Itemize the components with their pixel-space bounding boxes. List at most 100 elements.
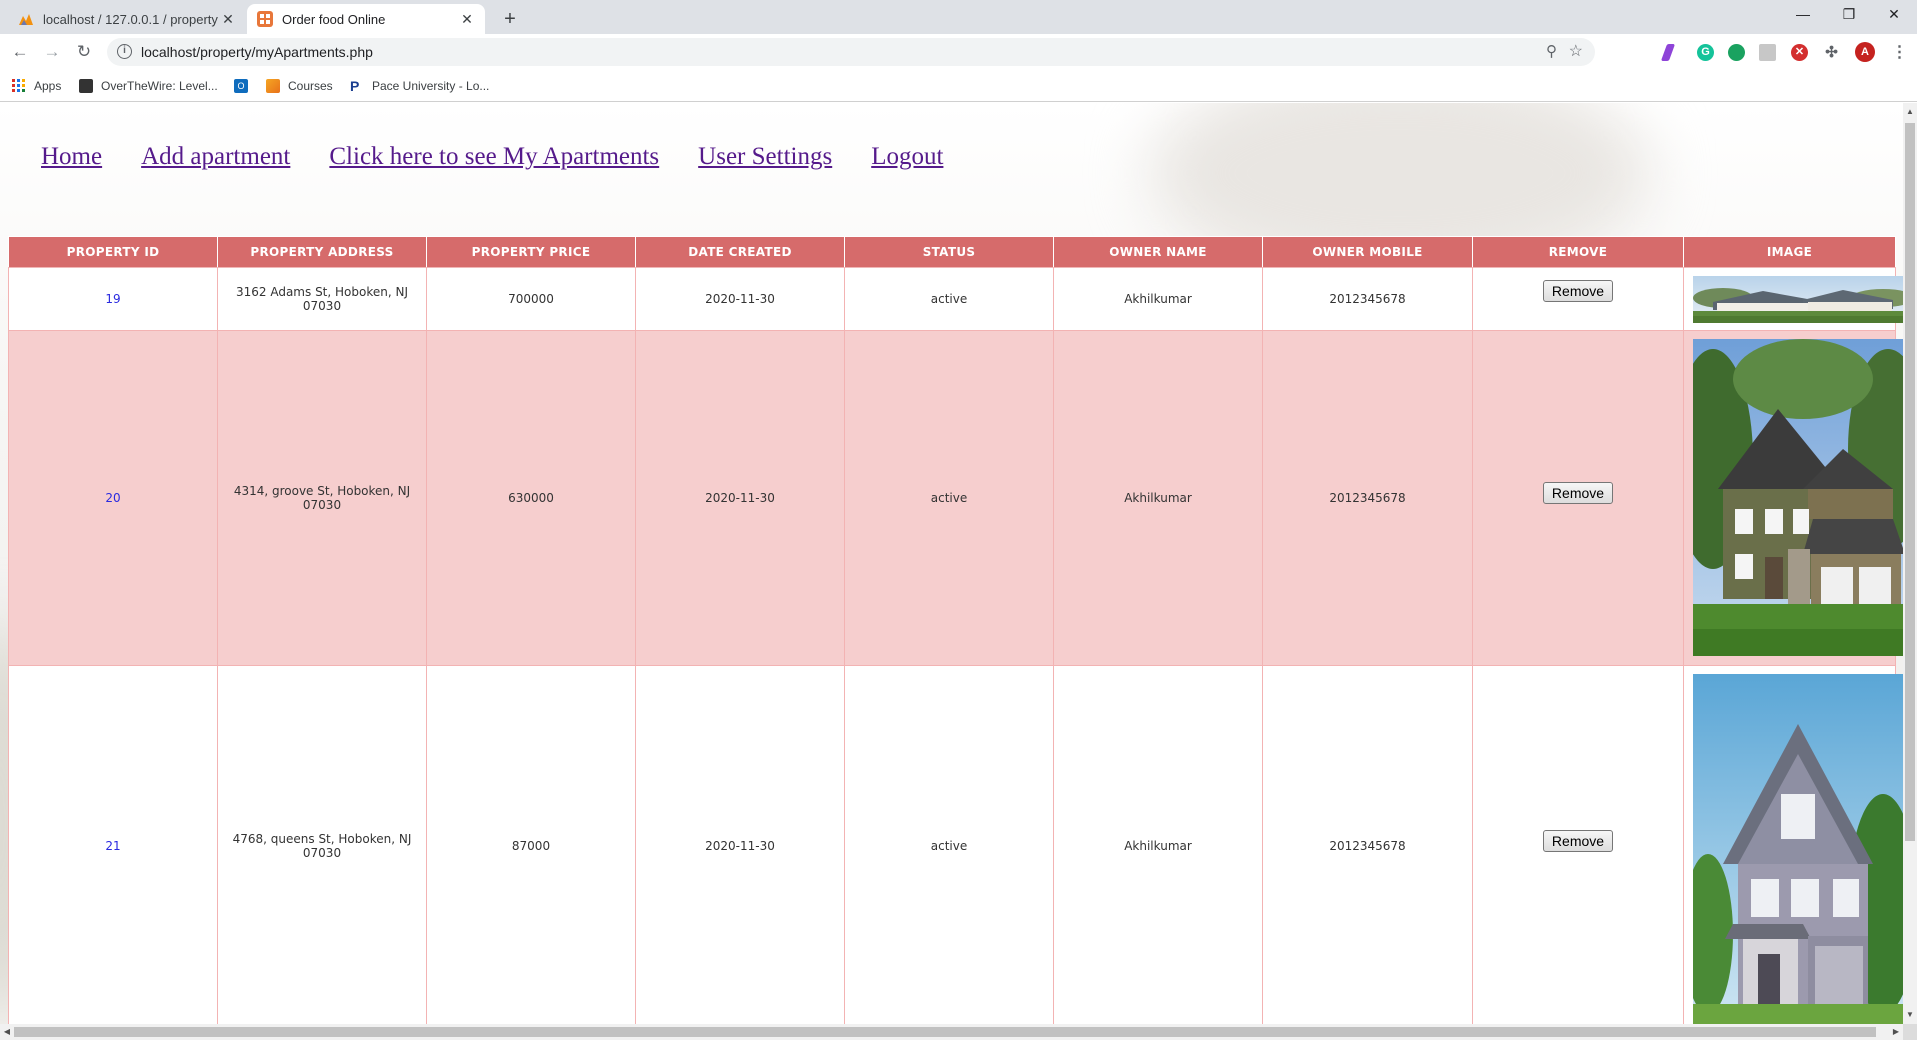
- remove-cell: Remove: [1472, 665, 1684, 1024]
- window-close-icon[interactable]: ✕: [1871, 0, 1917, 30]
- reload-icon[interactable]: ↻: [70, 38, 98, 66]
- date-created-cell: 2020-11-30: [635, 330, 845, 666]
- owner-name-cell: Akhilkumar: [1053, 665, 1263, 1024]
- remove-cell: Remove: [1472, 267, 1684, 331]
- avatar[interactable]: A: [1855, 42, 1875, 62]
- nav-my-apartments-link[interactable]: Click here to see My Apartments: [329, 143, 659, 171]
- owner-mobile-cell: 2012345678: [1262, 330, 1473, 666]
- nav-home-link[interactable]: Home: [41, 143, 102, 171]
- date-created-cell: 2020-11-30: [635, 665, 845, 1024]
- bookmark-label: OverTheWire: Level...: [101, 79, 218, 93]
- property-price-cell: 630000: [426, 330, 636, 666]
- header-status: STATUS: [844, 236, 1054, 268]
- back-icon[interactable]: ←: [6, 38, 34, 66]
- ranch-house-photo: [1693, 276, 1903, 323]
- pen-extension-icon[interactable]: [1660, 44, 1676, 61]
- tab-title: localhost / 127.0.0.1 / property /: [43, 11, 220, 27]
- pace-icon: P: [350, 78, 360, 94]
- grey-house-photo: [1693, 674, 1903, 1024]
- property-id-cell: 20: [8, 330, 218, 666]
- property-address-cell: 4314, groove St, Hoboken, NJ 07030: [217, 330, 427, 666]
- owner-mobile-cell: 2012345678: [1262, 665, 1473, 1024]
- restore-icon[interactable]: ❐: [1826, 0, 1872, 30]
- menu-dots-icon[interactable]: ⋮: [1891, 44, 1908, 61]
- property-id-cell: 21: [8, 665, 218, 1024]
- remove-cell: Remove: [1472, 330, 1684, 666]
- tab-title: Order food Online: [282, 11, 386, 27]
- property-id-cell: 19: [8, 267, 218, 331]
- bookmark-apps[interactable]: Apps: [12, 77, 61, 95]
- table-row: 20 4314, groove St, Hoboken, NJ 07030 63…: [8, 330, 1903, 666]
- image-cell: [1683, 665, 1903, 1024]
- property-address-cell: 4768, queens St, Hoboken, NJ 07030: [217, 665, 427, 1024]
- header-date-created: DATE CREATED: [635, 236, 845, 268]
- scroll-down-icon[interactable]: ▼: [1903, 1008, 1917, 1022]
- phpmyadmin-icon: [18, 11, 34, 27]
- bookmark-outlook[interactable]: O: [234, 77, 256, 95]
- status-cell: active: [844, 665, 1054, 1024]
- bookmark-star-icon[interactable]: ☆: [1569, 41, 1583, 61]
- minimize-icon[interactable]: —: [1780, 0, 1826, 30]
- header-owner-name: OWNER NAME: [1053, 236, 1263, 268]
- nav-user-settings-link[interactable]: User Settings: [698, 143, 832, 171]
- header-property-address: PROPERTY ADDRESS: [217, 236, 427, 268]
- puzzle-icon[interactable]: ✣: [1823, 44, 1840, 61]
- bookmark-label: Apps: [34, 79, 62, 93]
- evernote-icon[interactable]: [1728, 44, 1745, 61]
- remove-button[interactable]: Remove: [1542, 482, 1614, 504]
- browser-tabstrip: localhost / 127.0.0.1 / property / ✕ Ord…: [0, 0, 1917, 34]
- url-text: localhost/property/myApartments.php: [141, 44, 373, 60]
- apps-grid-icon: [12, 79, 26, 93]
- table-row: 19 3162 Adams St, Hoboken, NJ 07030 7000…: [8, 267, 1903, 331]
- property-price-cell: 87000: [426, 665, 636, 1024]
- page-viewport: Home Add apartment Click here to see My …: [0, 103, 1903, 1024]
- bookmark-label: Pace University - Lo...: [372, 79, 490, 93]
- vertical-scroll-thumb[interactable]: [1905, 123, 1915, 841]
- grammarly-icon[interactable]: G: [1697, 44, 1714, 61]
- bookmark-pace[interactable]: P Pace University - Lo...: [350, 77, 489, 95]
- header-remove: REMOVE: [1472, 236, 1684, 268]
- scroll-right-icon[interactable]: ▶: [1889, 1025, 1903, 1039]
- bookmark-label: Courses: [288, 79, 333, 93]
- remove-button[interactable]: Remove: [1542, 829, 1614, 852]
- horizontal-scrollbar[interactable]: ◀ ▶: [0, 1024, 1903, 1040]
- zoom-icon[interactable]: ⚲: [1546, 42, 1557, 60]
- status-cell: active: [844, 330, 1054, 666]
- date-created-cell: 2020-11-30: [635, 267, 845, 331]
- property-price-cell: 700000: [426, 267, 636, 331]
- forward-icon[interactable]: →: [38, 38, 66, 66]
- bookmarks-bar: Apps OverTheWire: Level... O Courses P P…: [0, 70, 1917, 102]
- close-icon[interactable]: ✕: [459, 11, 475, 28]
- horizontal-scroll-thumb[interactable]: [14, 1027, 1876, 1037]
- browser-tab-phpmyadmin[interactable]: localhost / 127.0.0.1 / property / ✕: [8, 4, 246, 34]
- header-property-id: PROPERTY ID: [8, 236, 218, 268]
- table-row: 21 4768, queens St, Hoboken, NJ 07030 87…: [8, 665, 1903, 1024]
- image-cell: [1683, 267, 1903, 331]
- address-bar[interactable]: i localhost/property/myApartments.php ⚲ …: [107, 38, 1595, 66]
- remove-button[interactable]: Remove: [1542, 280, 1614, 302]
- courses-icon: [266, 79, 280, 93]
- header-owner-mobile: OWNER MOBILE: [1262, 236, 1473, 268]
- browser-tab-order-food[interactable]: Order food Online ✕: [247, 4, 485, 34]
- scrollbar-corner: [1903, 1024, 1917, 1040]
- two-story-house-photo: [1693, 339, 1903, 656]
- status-cell: active: [844, 267, 1054, 331]
- site-icon: [257, 11, 273, 27]
- info-icon[interactable]: i: [117, 44, 132, 59]
- vertical-scrollbar[interactable]: ▲ ▼: [1903, 103, 1917, 1024]
- bookmark-overthewire[interactable]: OverTheWire: Level...: [79, 77, 218, 95]
- owner-mobile-cell: 2012345678: [1262, 267, 1473, 331]
- bookmark-courses[interactable]: Courses: [266, 77, 333, 95]
- adblock-icon[interactable]: ✕: [1791, 44, 1808, 61]
- close-icon[interactable]: ✕: [220, 11, 236, 28]
- header-image: IMAGE: [1683, 236, 1896, 268]
- owner-name-cell: Akhilkumar: [1053, 330, 1263, 666]
- image-cell: [1683, 330, 1903, 666]
- nav-logout-link[interactable]: Logout: [871, 143, 943, 171]
- scroll-up-icon[interactable]: ▲: [1903, 105, 1917, 119]
- outlook-icon: O: [234, 79, 248, 93]
- nav-add-apartment-link[interactable]: Add apartment: [141, 143, 290, 171]
- scroll-left-icon[interactable]: ◀: [0, 1025, 14, 1039]
- new-tab-icon[interactable]: +: [497, 6, 523, 32]
- extension-icon[interactable]: [1759, 44, 1776, 61]
